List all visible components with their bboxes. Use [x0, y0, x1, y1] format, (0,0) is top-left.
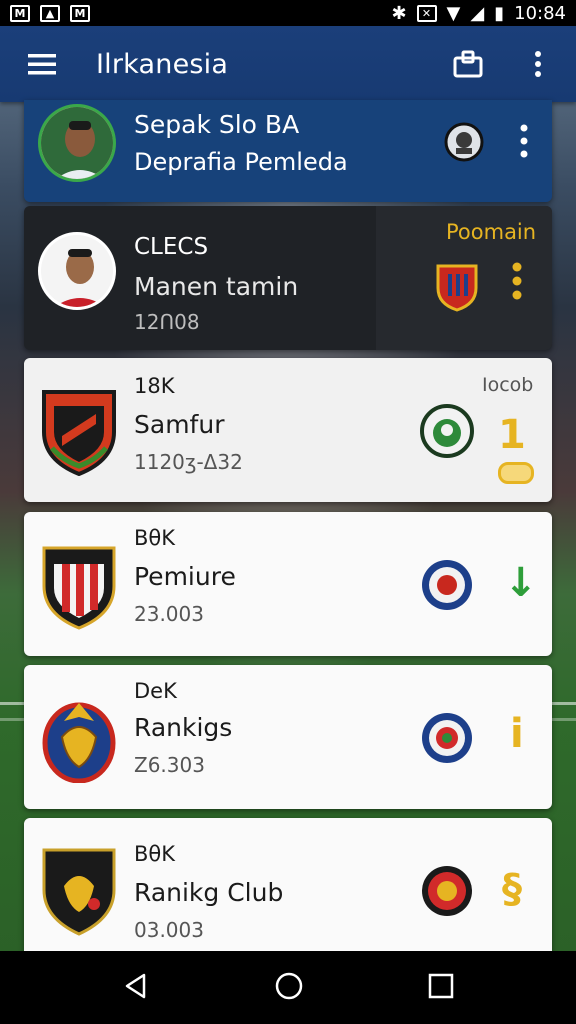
card-meta: DeK [134, 679, 177, 703]
club-card[interactable]: DeK Rankigs Z6.303 i [24, 665, 552, 809]
club-card[interactable]: 18K Samfur 1120ʒ-Δ32 Iocob 1 [24, 358, 552, 502]
app-title: Ilrkanesia [96, 48, 229, 80]
recents-icon [428, 973, 454, 998]
share-button[interactable] [448, 44, 488, 84]
club-card[interactable]: BθK Pemiure 23.003 ↓ [24, 512, 552, 656]
club-crest-icon [42, 388, 116, 477]
info-icon: i [510, 711, 524, 757]
menu-button[interactable] [22, 44, 62, 84]
system-nav-bar [0, 951, 576, 1024]
card-value: 12Ո08 [134, 310, 200, 334]
card-subtitle: Manen tamin [134, 272, 299, 301]
card-meta: 18K [134, 374, 175, 398]
dnd-icon: ✕ [416, 4, 437, 22]
image-notification-icon: ▲ [40, 4, 60, 22]
ranking-icon: § [502, 866, 522, 912]
club-badge-icon [444, 122, 484, 162]
card-title: Ranikg Club [134, 878, 284, 907]
club-crest-icon [42, 542, 116, 630]
status-bar: M ▲ M ✱ ✕ ▼ ◢ ▮ 10:84 [0, 0, 576, 26]
card-more-button[interactable] [512, 262, 522, 304]
notification-icon: M [10, 4, 30, 22]
card-label: Poomain [446, 220, 537, 244]
overflow-menu-button[interactable] [518, 44, 558, 84]
bluetooth-icon: ✱ [391, 2, 407, 24]
app-bar: Ilrkanesia [0, 26, 576, 102]
recents-button[interactable] [428, 973, 454, 1003]
back-button[interactable] [122, 972, 150, 1004]
card-title: Rankigs [134, 713, 233, 742]
rank-indicator-icon: 1 [498, 412, 526, 458]
more-vert-icon [512, 262, 522, 300]
club-crest-icon [434, 260, 480, 312]
club-crest-icon [42, 693, 116, 784]
battery-icon: ▮ [494, 2, 505, 24]
club-badge-icon [420, 558, 474, 612]
player-card[interactable]: CLECS Manen tamin 12Ո08 Poomain [24, 206, 552, 350]
card-more-button[interactable] [520, 124, 528, 162]
card-title: CLECS [134, 234, 209, 260]
card-meta: BθK [134, 842, 176, 866]
home-icon [275, 972, 303, 999]
club-badge-icon [420, 711, 474, 765]
club-card[interactable]: BθK Ranikg Club 03.003 § [24, 818, 552, 952]
more-vert-icon [520, 124, 528, 158]
signal-icon: ◢ [470, 2, 485, 24]
status-time: 10:84 [514, 2, 566, 24]
card-title: Pemiure [134, 562, 236, 591]
player-avatar [38, 232, 116, 310]
card-title: Sepak Slo BA [134, 110, 300, 139]
hamburger-icon [28, 54, 56, 75]
trend-down-icon: ↓ [504, 560, 538, 606]
share-icon [453, 50, 483, 78]
card-label: Iocob [482, 374, 534, 396]
back-icon [125, 973, 146, 998]
player-avatar [38, 104, 116, 182]
club-crest-icon [42, 846, 116, 936]
club-badge-icon [420, 864, 474, 918]
card-subtitle: Deprafia Pemleda [134, 148, 348, 176]
club-badge-icon [420, 404, 474, 458]
card-value: 23.003 [134, 602, 204, 626]
home-button[interactable] [274, 971, 304, 1005]
card-value: 1120ʒ-Δ32 [134, 450, 243, 474]
player-card[interactable]: Sepak Slo BA Deprafia Pemleda [24, 100, 552, 202]
mail-notification-icon: M [70, 4, 90, 22]
card-title: Samfur [134, 410, 225, 439]
trophy-icon [498, 462, 534, 484]
card-value: 03.003 [134, 918, 204, 942]
wifi-icon: ▼ [446, 2, 461, 24]
more-vert-icon [535, 51, 541, 77]
card-meta: BθK [134, 526, 176, 550]
card-value: Z6.303 [134, 753, 205, 777]
